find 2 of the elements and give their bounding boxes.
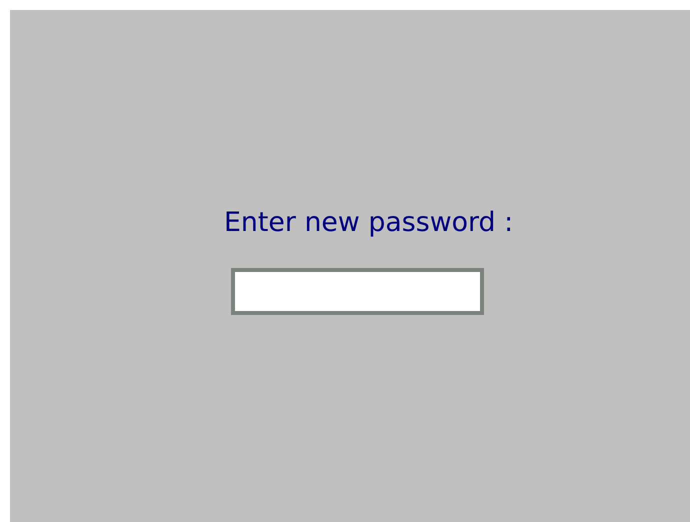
password-field[interactable] <box>231 268 484 315</box>
password-prompt: Enter new password : <box>224 206 514 240</box>
